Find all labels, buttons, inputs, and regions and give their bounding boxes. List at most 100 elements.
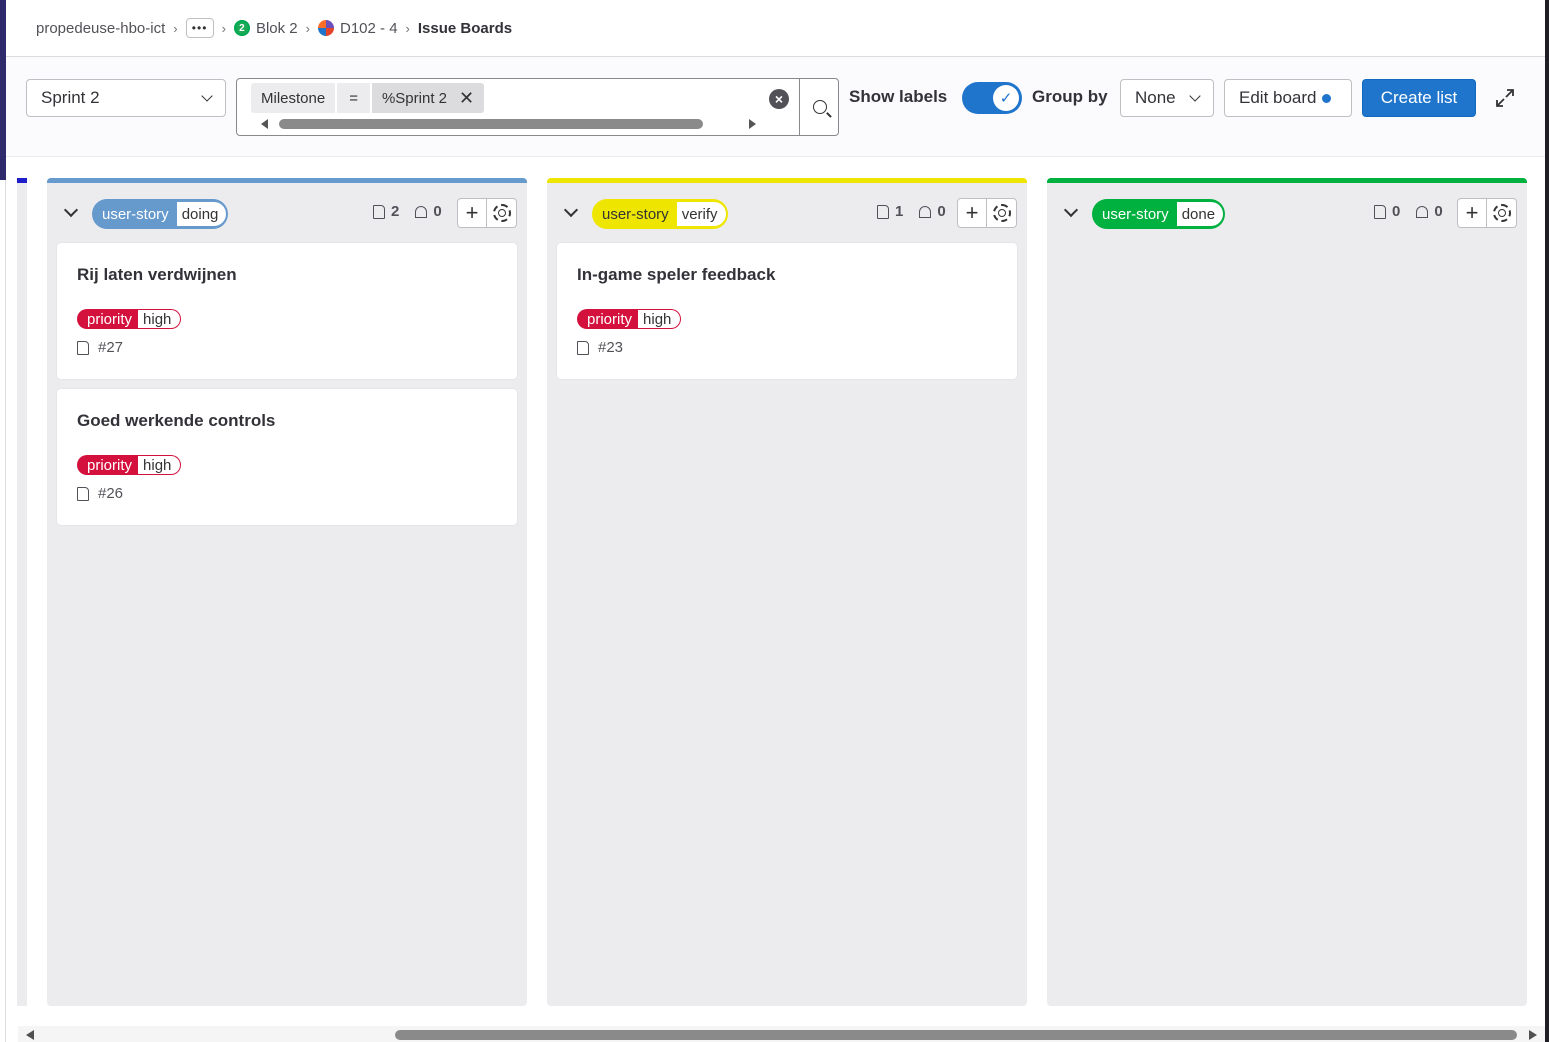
list-actions: + bbox=[957, 198, 1017, 228]
scroll-right-icon[interactable] bbox=[749, 119, 756, 129]
board-list-doing: user-story doing 2 0 + Rij laten verdwij… bbox=[47, 178, 527, 1006]
breadcrumb-current[interactable]: Issue Boards bbox=[418, 20, 512, 37]
edit-board-label: Edit board bbox=[1239, 88, 1317, 107]
label-value: done bbox=[1176, 202, 1224, 226]
show-labels-toggle[interactable]: ✓ bbox=[962, 82, 1022, 114]
label-value: verify bbox=[676, 202, 726, 226]
group-avatar: 2 bbox=[233, 20, 250, 36]
clear-filter-button[interactable]: × bbox=[769, 89, 789, 109]
weight-count: 0 bbox=[433, 203, 442, 220]
issue-ref-text: #23 bbox=[598, 339, 624, 356]
filter-search-bar[interactable]: Milestone = %Sprint 2 ✕ × bbox=[236, 78, 839, 136]
list-settings-button[interactable] bbox=[1487, 198, 1517, 228]
scroll-left-icon[interactable] bbox=[261, 119, 268, 129]
list-counts: 2 0 bbox=[373, 203, 442, 220]
issues-count: 0 bbox=[1392, 203, 1401, 220]
add-issue-button[interactable]: + bbox=[957, 198, 987, 228]
chevron-down-icon[interactable] bbox=[563, 202, 579, 218]
label-scope: priority bbox=[587, 310, 633, 328]
board-scrollbar-thumb[interactable] bbox=[395, 1030, 1517, 1040]
issue-ref-text: #27 bbox=[98, 339, 124, 356]
list-counts: 1 0 bbox=[877, 203, 946, 220]
issues-icon bbox=[877, 204, 889, 219]
close-icon[interactable]: ✕ bbox=[459, 88, 474, 109]
list-label[interactable]: user-story done bbox=[1092, 199, 1226, 229]
list-settings-button[interactable] bbox=[487, 198, 517, 228]
board-select-value: Sprint 2 bbox=[41, 88, 100, 107]
weight-icon bbox=[415, 205, 428, 218]
issue-icon bbox=[577, 340, 589, 355]
breadcrumb-group[interactable]: propedeuse-hbo-ict bbox=[36, 20, 165, 37]
add-issue-button[interactable]: + bbox=[1457, 198, 1487, 228]
issues-icon bbox=[1374, 204, 1386, 219]
scroll-left-icon[interactable] bbox=[26, 1030, 34, 1040]
chevron-down-icon[interactable] bbox=[63, 202, 79, 218]
list-counts: 0 0 bbox=[1374, 203, 1443, 220]
list-label[interactable]: user-story doing bbox=[92, 199, 229, 229]
list-actions: + bbox=[1457, 198, 1517, 228]
gear-icon bbox=[492, 204, 511, 222]
weight-count: 0 bbox=[937, 203, 946, 220]
issue-reference: #27 bbox=[77, 339, 123, 356]
group-by-label: Group by bbox=[1032, 87, 1108, 106]
filter-token-value[interactable]: %Sprint 2 ✕ bbox=[371, 83, 485, 113]
breadcrumb-subgroup[interactable]: 2 Blok 2 bbox=[233, 20, 298, 37]
filter-scrollbar-thumb[interactable] bbox=[279, 119, 703, 129]
label-value: high bbox=[138, 456, 181, 474]
filter-token[interactable]: Milestone = %Sprint 2 ✕ bbox=[251, 83, 485, 113]
filter-token-operator[interactable]: = bbox=[337, 83, 370, 113]
issue-card[interactable]: In-game speler feedback priority high #2… bbox=[557, 243, 1017, 379]
gear-icon bbox=[992, 204, 1011, 222]
breadcrumb-more-button[interactable]: ••• bbox=[185, 18, 214, 38]
chevron-down-icon[interactable] bbox=[1063, 202, 1079, 218]
list-actions: + bbox=[457, 198, 517, 228]
chevron-right-icon: › bbox=[173, 20, 178, 36]
expand-icon[interactable] bbox=[1494, 87, 1516, 109]
weight-icon bbox=[919, 205, 932, 218]
issue-card[interactable]: Rij laten verdwijnen priority high #27 bbox=[57, 243, 517, 379]
filter-scrollbar[interactable] bbox=[255, 117, 760, 131]
list-label[interactable]: user-story verify bbox=[592, 199, 728, 229]
chevron-right-icon: › bbox=[305, 20, 310, 36]
label-value: doing bbox=[176, 202, 227, 226]
filter-token-field[interactable]: Milestone bbox=[251, 83, 336, 113]
unsaved-dot-icon bbox=[1321, 93, 1331, 103]
group-by-select[interactable]: None bbox=[1120, 79, 1214, 117]
board-list-verify: user-story verify 1 0 + In-game speler f… bbox=[547, 178, 1027, 1006]
breadcrumb-project[interactable]: D102 - 4 bbox=[318, 20, 398, 37]
issue-title[interactable]: Rij laten verdwijnen bbox=[77, 265, 237, 285]
list-header: user-story verify 1 0 + bbox=[547, 183, 1027, 233]
board-horizontal-scrollbar[interactable] bbox=[18, 1026, 1545, 1042]
show-labels-label: Show labels bbox=[849, 87, 948, 106]
list-header: user-story done 0 0 + bbox=[1047, 183, 1527, 233]
edit-board-button[interactable]: Edit board bbox=[1224, 79, 1352, 117]
right-window-edge bbox=[1545, 0, 1549, 1042]
issue-card[interactable]: Goed werkende controls priority high #26 bbox=[57, 389, 517, 525]
issue-title[interactable]: Goed werkende controls bbox=[77, 411, 275, 431]
weight-icon bbox=[1416, 205, 1429, 218]
label-scope: priority bbox=[87, 456, 133, 474]
issue-label[interactable]: priority high bbox=[577, 309, 682, 329]
board-list-partial bbox=[17, 178, 27, 1006]
scroll-right-icon[interactable] bbox=[1529, 1030, 1537, 1040]
weight-count: 0 bbox=[1434, 203, 1443, 220]
list-settings-button[interactable] bbox=[987, 198, 1017, 228]
create-list-button[interactable]: Create list bbox=[1362, 79, 1476, 117]
issue-icon bbox=[77, 340, 89, 355]
issue-label[interactable]: priority high bbox=[77, 455, 182, 475]
breadcrumb-project-label: D102 - 4 bbox=[340, 19, 398, 37]
issue-label[interactable]: priority high bbox=[77, 309, 182, 329]
issue-title[interactable]: In-game speler feedback bbox=[577, 265, 775, 285]
label-value: high bbox=[138, 310, 181, 328]
issue-ref-text: #26 bbox=[98, 485, 124, 502]
search-button[interactable] bbox=[799, 78, 839, 136]
issues-count: 2 bbox=[391, 203, 400, 220]
check-icon: ✓ bbox=[993, 85, 1019, 111]
chevron-down-icon bbox=[201, 90, 213, 102]
add-issue-button[interactable]: + bbox=[457, 198, 487, 228]
board-select[interactable]: Sprint 2 bbox=[26, 79, 226, 117]
group-by-value: None bbox=[1135, 88, 1176, 107]
issues-icon bbox=[373, 204, 385, 219]
chevron-right-icon: › bbox=[405, 20, 410, 36]
label-value: high bbox=[638, 310, 681, 328]
